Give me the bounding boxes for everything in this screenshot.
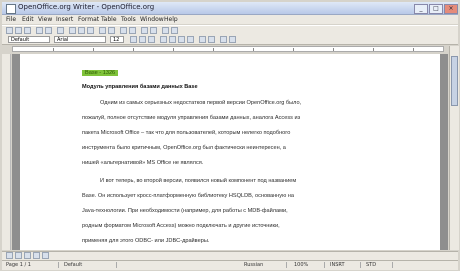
- menu-insert[interactable]: Insert: [56, 16, 73, 23]
- menu-help[interactable]: Help: [164, 16, 178, 23]
- italic-icon[interactable]: [139, 36, 146, 43]
- navigator-icon[interactable]: [150, 27, 157, 34]
- text-line: Java-технологии. При необходимости (напр…: [82, 208, 288, 214]
- menu-file[interactable]: File: [6, 16, 16, 23]
- ruler-tick: [293, 48, 294, 51]
- align-left-icon[interactable]: [160, 36, 167, 43]
- ruler-tick: [93, 48, 94, 51]
- bold-icon[interactable]: [130, 36, 137, 43]
- help-icon[interactable]: [171, 27, 178, 34]
- status-zoom[interactable]: 100%: [292, 262, 325, 268]
- menu-tools[interactable]: Tools: [121, 16, 136, 23]
- menu-window[interactable]: Window: [140, 16, 164, 23]
- writer-window: OpenOffice.org Writer - OpenOffice.org _…: [0, 0, 460, 271]
- print-icon[interactable]: [36, 27, 43, 34]
- copy-icon[interactable]: [78, 27, 85, 34]
- cut-icon[interactable]: [69, 27, 76, 34]
- chart-icon[interactable]: [129, 27, 136, 34]
- text-line: Base. Он использует кросс-платформенную …: [82, 193, 295, 199]
- menu-bar: File Edit View Insert Format Table Tools…: [2, 15, 458, 24]
- open-icon[interactable]: [15, 27, 22, 34]
- line-icon[interactable]: [15, 252, 22, 259]
- preview-icon[interactable]: [45, 27, 52, 34]
- align-center-icon[interactable]: [169, 36, 176, 43]
- ellipse-icon[interactable]: [33, 252, 40, 259]
- minimize-button[interactable]: _: [414, 4, 428, 14]
- ruler-tick: [213, 48, 214, 51]
- document-page[interactable]: Base - 1326 Модуль управления базами дан…: [20, 54, 440, 250]
- document-heading: Модуль управления базами данных Base: [82, 84, 198, 90]
- find-icon[interactable]: [141, 27, 148, 34]
- ruler-tick: [133, 48, 134, 51]
- vertical-scrollbar[interactable]: [449, 46, 459, 250]
- underline-icon[interactable]: [148, 36, 155, 43]
- status-bar: Page 1 / 1 Default Russian 100% INSRT ST…: [2, 260, 458, 270]
- spellcheck-icon[interactable]: [57, 27, 64, 34]
- highlight-icon[interactable]: [229, 36, 236, 43]
- status-selection-mode[interactable]: STD: [364, 262, 393, 268]
- numbering-icon[interactable]: [199, 36, 206, 43]
- bullets-icon[interactable]: [208, 36, 215, 43]
- title-bar[interactable]: OpenOffice.org Writer - OpenOffice.org _…: [2, 2, 458, 15]
- font-name-select[interactable]: Arial: [54, 36, 106, 43]
- document-area: Base - 1326 Модуль управления базами дан…: [12, 54, 448, 250]
- ruler-tick: [413, 48, 414, 51]
- redo-icon[interactable]: [108, 27, 115, 34]
- font-size-select[interactable]: 12: [110, 36, 124, 43]
- ruler-tick: [253, 48, 254, 51]
- menu-view[interactable]: View: [38, 16, 52, 23]
- text-highlight: Base - 1326: [82, 70, 119, 76]
- text-line: И вот теперь, во второй версии, появился…: [100, 178, 297, 184]
- app-icon: [6, 4, 16, 14]
- drawing-toolbar: [2, 251, 458, 260]
- table-icon[interactable]: [120, 27, 127, 34]
- ruler-tick: [373, 48, 374, 51]
- save-icon[interactable]: [24, 27, 31, 34]
- text-line: нишей «альтернативой» MS Office не являл…: [82, 160, 204, 166]
- text-line: Одним из самых серьезных недостатков пер…: [100, 100, 302, 106]
- horizontal-ruler[interactable]: [12, 46, 444, 52]
- paste-icon[interactable]: [87, 27, 94, 34]
- ruler-tick: [173, 48, 174, 51]
- scrollbar-thumb[interactable]: [451, 56, 458, 106]
- ruler-tick: [333, 48, 334, 51]
- text-line: применяя для этого ODBC- или JDBC-драйве…: [82, 238, 210, 244]
- paragraph-style-select[interactable]: Default: [8, 36, 50, 43]
- justify-icon[interactable]: [187, 36, 194, 43]
- status-insert-mode[interactable]: INSRT: [328, 262, 361, 268]
- text-line: инструмента было критичным, OpenOffice.o…: [82, 145, 286, 151]
- formatting-toolbar: Default Arial 12: [2, 35, 458, 45]
- text-line: пакета Microsoft Office – так что для по…: [82, 130, 291, 136]
- new-icon[interactable]: [6, 27, 13, 34]
- maximize-button[interactable]: □: [429, 4, 443, 14]
- undo-icon[interactable]: [99, 27, 106, 34]
- window-title: OpenOffice.org Writer - OpenOffice.org: [18, 3, 155, 11]
- vertical-ruler[interactable]: [2, 54, 11, 250]
- text-line: родным форматом Microsoft Access) можно …: [82, 223, 280, 229]
- status-page: Page 1 / 1: [4, 262, 59, 268]
- menu-table[interactable]: Table: [101, 16, 117, 23]
- rectangle-icon[interactable]: [24, 252, 31, 259]
- font-color-icon[interactable]: [220, 36, 227, 43]
- status-language: Russian: [242, 262, 287, 268]
- select-icon[interactable]: [6, 252, 13, 259]
- status-style: Default: [62, 262, 117, 268]
- text-tool-icon[interactable]: [42, 252, 49, 259]
- ruler-tick: [53, 48, 54, 51]
- menu-edit[interactable]: Edit: [22, 16, 34, 23]
- align-right-icon[interactable]: [178, 36, 185, 43]
- text-line: пожалуй, полное отсутствие модуля управл…: [82, 115, 301, 121]
- close-button[interactable]: ×: [444, 4, 458, 14]
- menu-format[interactable]: Format: [78, 16, 99, 23]
- zoom-icon[interactable]: [162, 27, 169, 34]
